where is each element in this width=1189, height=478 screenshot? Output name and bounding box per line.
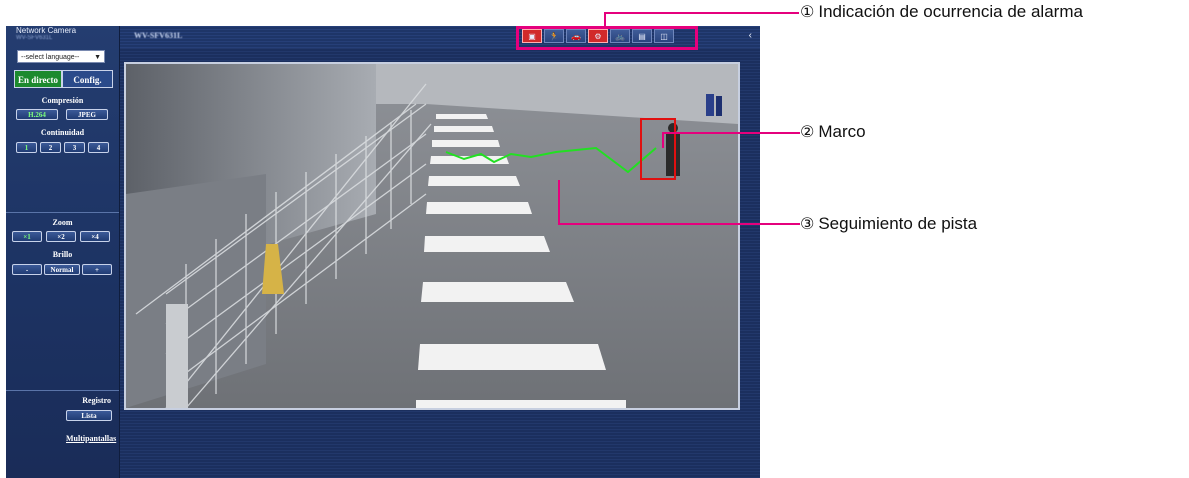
- zoom-x1-button[interactable]: ×1: [12, 231, 42, 242]
- sidebar-divider: [6, 212, 119, 213]
- alarm-highlight-box: [516, 26, 698, 50]
- collapse-arrow-icon[interactable]: ‹: [749, 30, 752, 41]
- callout-line-1: [604, 12, 799, 14]
- language-select-value: --select language--: [21, 54, 80, 61]
- tab-live[interactable]: En directo: [14, 70, 62, 88]
- app-title: Network Camera: [16, 26, 77, 35]
- annotation-number: ①: [800, 2, 815, 21]
- annotation-number: ③: [800, 214, 815, 233]
- stream-2-button[interactable]: 2: [40, 142, 61, 153]
- stream-label: Continuidad: [40, 128, 85, 137]
- brightness-normal-button[interactable]: Normal: [44, 264, 80, 275]
- camera-scene: [126, 64, 738, 408]
- log-list-button[interactable]: Lista: [66, 410, 112, 421]
- annotation-track: ③ Seguimiento de pista: [800, 214, 977, 234]
- multiscreen-link[interactable]: Multipantallas: [66, 434, 116, 443]
- zoom-label: Zoom: [52, 218, 73, 227]
- zoom-x2-button[interactable]: ×2: [46, 231, 76, 242]
- log-label: Registro: [82, 396, 111, 405]
- chevron-down-icon: ▼: [94, 54, 101, 61]
- annotation-number: ②: [800, 122, 815, 141]
- camera-model-small: WV-SFV631L: [16, 35, 53, 41]
- stream-1-button[interactable]: 1: [16, 142, 37, 153]
- brightness-plus-button[interactable]: +: [82, 264, 112, 275]
- annotation-text: Indicación de ocurrencia de alarma: [818, 2, 1083, 21]
- brightness-label: Brillo: [52, 250, 73, 259]
- jpeg-button[interactable]: JPEG: [66, 109, 108, 120]
- callout-line-1v: [604, 12, 606, 26]
- language-select[interactable]: --select language-- ▼: [17, 50, 105, 63]
- annotation-text: Marco: [818, 122, 866, 141]
- h264-button[interactable]: H.264: [16, 109, 58, 120]
- brightness-minus-button[interactable]: -: [12, 264, 42, 275]
- callout-line-2v: [662, 132, 664, 148]
- camera-live-view[interactable]: [124, 62, 740, 410]
- sidebar-divider: [6, 390, 119, 391]
- tab-config[interactable]: Config.: [62, 70, 113, 88]
- annotation-text: Seguimiento de pista: [818, 214, 978, 233]
- stream-4-button[interactable]: 4: [88, 142, 109, 153]
- zoom-x4-button[interactable]: ×4: [80, 231, 110, 242]
- annotation-alarm: ① Indicación de ocurrencia de alarma: [800, 2, 1083, 22]
- callout-line-2: [662, 132, 800, 134]
- camera-model-title: WV-SFV631L: [134, 31, 183, 40]
- callout-line-3: [558, 223, 800, 225]
- stream-3-button[interactable]: 3: [64, 142, 85, 153]
- sidebar: Network Camera WV-SFV631L --select langu…: [6, 26, 120, 478]
- annotation-frame: ② Marco: [800, 122, 866, 142]
- callout-line-3v: [558, 180, 560, 224]
- compression-label: Compresión: [41, 96, 84, 105]
